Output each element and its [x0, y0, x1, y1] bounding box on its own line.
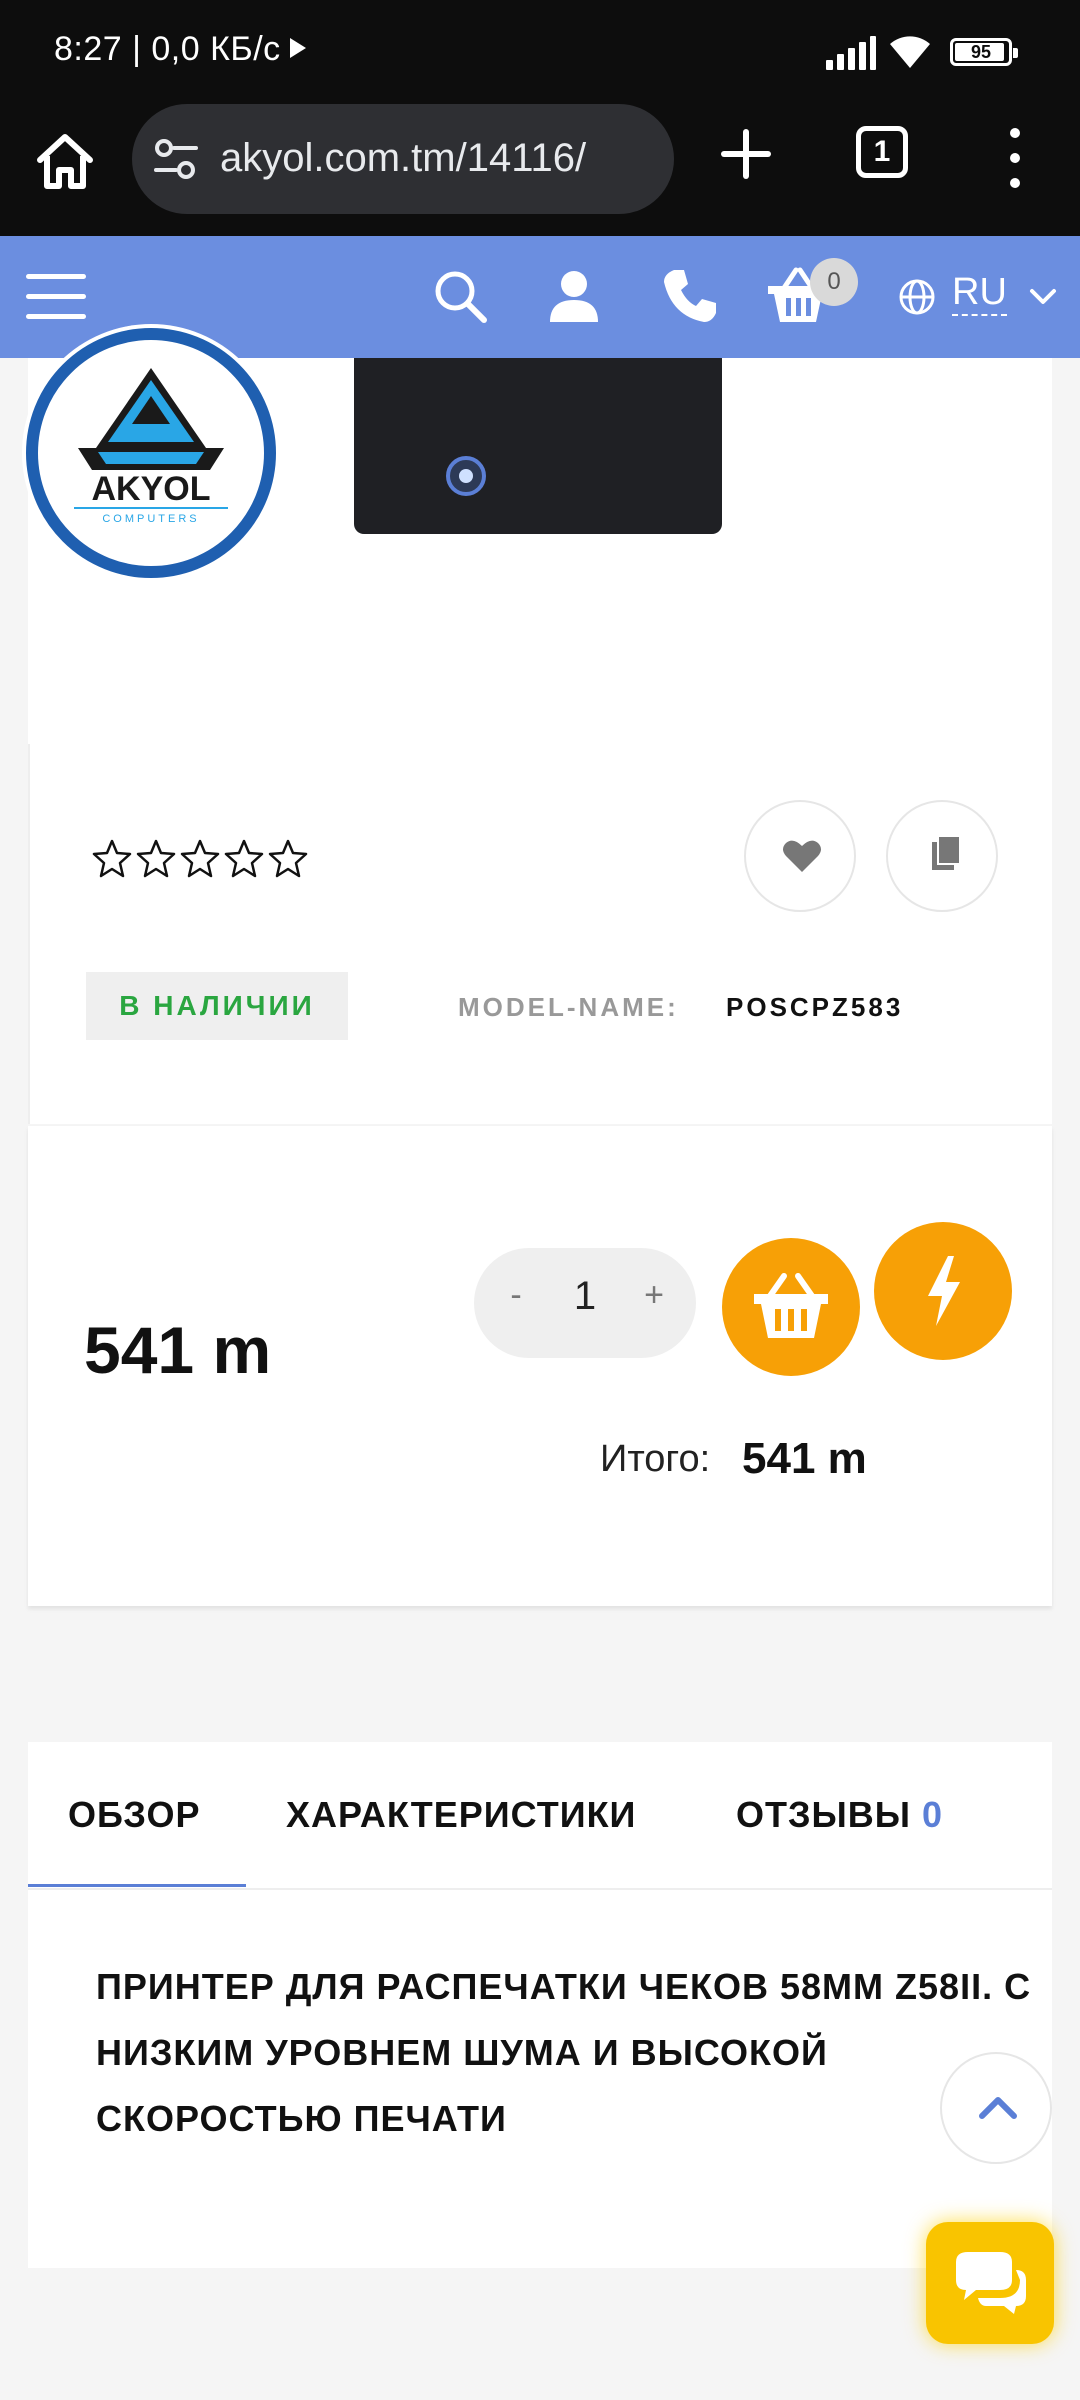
lightning-icon [928, 1256, 960, 1326]
play-indicator-icon [290, 38, 306, 58]
chat-button[interactable] [926, 2222, 1054, 2344]
add-to-cart-button[interactable] [722, 1238, 860, 1376]
wishlist-button[interactable] [744, 800, 856, 912]
akyol-logo[interactable]: AKYOL COMPUTERS [26, 328, 276, 578]
status-time: 8:27 | 0,0 КБ/с [54, 30, 281, 68]
product-price: 541 m [84, 1313, 272, 1387]
compare-button[interactable] [886, 800, 998, 912]
star-icon[interactable] [266, 837, 310, 881]
product-image[interactable] [354, 358, 722, 534]
url-text[interactable]: akyol.com.tm/14116/ [220, 136, 586, 181]
hamburger-icon[interactable] [26, 268, 86, 324]
menu-icon[interactable] [1000, 128, 1030, 188]
product-info-card: В НАЛИЧИИ MODEL-NAME: POSCPZ583 [28, 744, 1052, 1124]
star-icon[interactable] [222, 837, 266, 881]
star-icon[interactable] [134, 837, 178, 881]
tab-overview[interactable]: ОБЗОР [68, 1794, 201, 1836]
home-icon[interactable] [30, 126, 100, 196]
product-tabs-card: ОБЗОР ХАРАКТЕРИСТИКИ ОТЗЫВЫ 0 ПРИНТЕР ДЛ… [28, 1742, 1052, 2268]
search-icon[interactable] [430, 266, 490, 326]
buy-now-button[interactable] [874, 1222, 1012, 1360]
tune-icon[interactable] [154, 138, 198, 180]
globe-icon[interactable] [898, 278, 936, 316]
tab-specifications[interactable]: ХАРАКТЕРИСТИКИ [286, 1794, 636, 1836]
quantity-stepper: - 1 + [474, 1248, 696, 1358]
model-name-value: POSCPZ583 [726, 992, 904, 1022]
chevron-down-icon[interactable] [1028, 282, 1058, 312]
wifi-icon [890, 36, 930, 68]
chevron-up-icon [979, 2097, 1017, 2119]
language-selector[interactable]: RU [952, 270, 1007, 316]
product-description: ПРИНТЕР ДЛЯ РАСПЕЧАТКИ ЧЕКОВ 58ММ Z58II.… [96, 1966, 1032, 2139]
quantity-input[interactable]: 1 [564, 1274, 606, 1319]
rating-stars[interactable] [90, 837, 310, 886]
cart-count-badge: 0 [810, 258, 858, 306]
user-icon[interactable] [544, 266, 604, 326]
stock-status-badge: В НАЛИЧИИ [86, 972, 348, 1040]
browser-toolbar: akyol.com.tm/14116/ 1 [0, 100, 1080, 236]
logo-mark: AKYOL COMPUTERS [74, 368, 228, 525]
copy-icon [932, 835, 961, 870]
chat-icon [956, 2252, 1026, 2314]
total-value: 541 m [742, 1434, 867, 1483]
status-bar: 8:27 | 0,0 КБ/с 95 [0, 0, 1080, 100]
star-icon[interactable] [178, 837, 222, 881]
battery-level: 95 [970, 42, 992, 62]
quantity-increase-button[interactable]: + [634, 1276, 674, 1315]
star-icon[interactable] [90, 837, 134, 881]
signal-icon [826, 36, 876, 70]
model-name-label: MODEL-NAME: [458, 992, 679, 1022]
tab-switcher-button[interactable]: 1 [856, 126, 908, 178]
total-label: Итого: [600, 1438, 711, 1480]
scroll-to-top-button[interactable] [940, 2052, 1052, 2164]
logo-sub: COMPUTERS [102, 513, 199, 525]
heart-icon [783, 840, 821, 872]
quantity-decrease-button[interactable]: - [496, 1276, 536, 1315]
tab-divider [28, 1888, 1052, 1890]
basket-icon [754, 1273, 828, 1338]
battery-icon: 95 [950, 38, 1018, 66]
logo-brand: AKYOL [92, 470, 211, 508]
active-tab-indicator [28, 1884, 246, 1887]
plus-icon[interactable] [716, 124, 776, 184]
tab-reviews[interactable]: ОТЗЫВЫ 0 [736, 1794, 943, 1836]
reviews-count: 0 [922, 1794, 944, 1835]
phone-icon[interactable] [660, 266, 720, 326]
address-bar[interactable]: akyol.com.tm/14116/ [132, 104, 674, 214]
product-image-button-detail [446, 456, 486, 496]
tab-reviews-label: ОТЗЫВЫ [736, 1794, 912, 1835]
price-card: 541 m - 1 + Итого: 541 m [28, 1126, 1052, 1606]
